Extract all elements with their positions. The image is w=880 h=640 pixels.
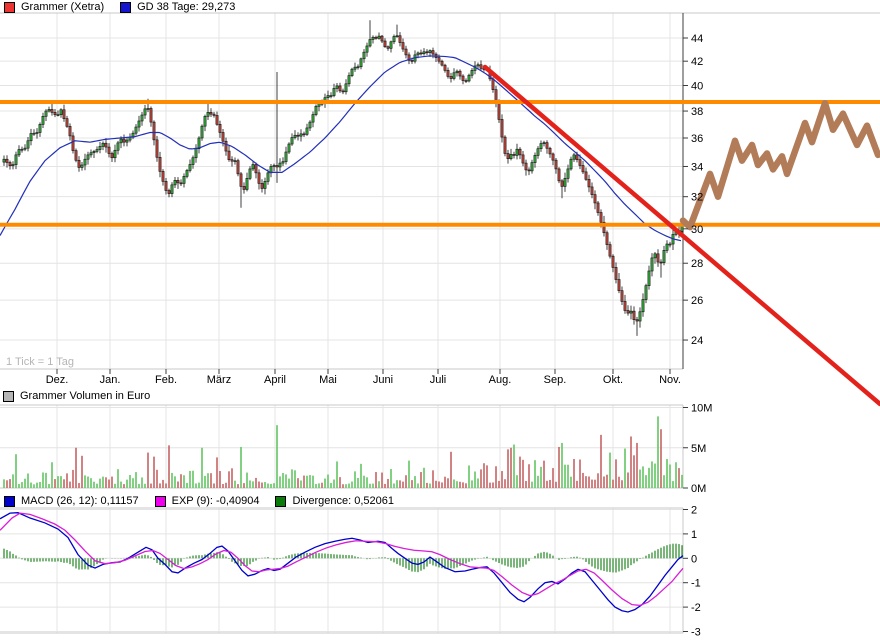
svg-text:34: 34 bbox=[691, 161, 703, 173]
volume-bars bbox=[3, 416, 683, 488]
svg-text:40: 40 bbox=[691, 80, 703, 92]
projection-line bbox=[683, 103, 878, 227]
svg-text:32: 32 bbox=[691, 192, 703, 204]
svg-text:Sep.: Sep. bbox=[544, 374, 567, 386]
exp-value-label: EXP (9): -0,40904 bbox=[172, 495, 260, 507]
svg-text:-2: -2 bbox=[691, 602, 701, 614]
svg-text:0: 0 bbox=[691, 553, 697, 565]
month-axis-labels: Dez. Jan. Feb. März April Mai Juni Juli Aug. Sep.… bbox=[46, 369, 681, 386]
macd-axis-labels: 2 1 0 -1 -2 -3 bbox=[683, 505, 701, 639]
svg-text:42: 42 bbox=[691, 56, 703, 68]
svg-text:2: 2 bbox=[691, 505, 697, 517]
volume-panel-legend: Grammer Volumen in Euro bbox=[3, 390, 150, 402]
macd-panel-legend: MACD (26, 12): 0,11157 EXP (9): -0,40904… bbox=[4, 495, 394, 507]
svg-text:Dez.: Dez. bbox=[46, 374, 69, 386]
price-axis-labels: 44 42 40 38 36 34 32 30 28 26 24 bbox=[683, 33, 703, 347]
svg-text:30: 30 bbox=[691, 224, 703, 236]
volume-series-swatch bbox=[3, 391, 14, 402]
svg-text:5M: 5M bbox=[691, 443, 706, 455]
svg-text:April: April bbox=[264, 374, 286, 386]
price-series-swatch bbox=[4, 2, 15, 13]
volume-axis-labels: 10M 5M 0M bbox=[683, 403, 712, 496]
svg-text:-1: -1 bbox=[691, 578, 701, 590]
svg-text:44: 44 bbox=[691, 33, 703, 45]
svg-text:38: 38 bbox=[691, 106, 703, 118]
svg-text:0M: 0M bbox=[691, 483, 706, 495]
divergence-series-swatch bbox=[275, 496, 286, 507]
chart-canvas: 44 42 40 38 36 34 32 30 28 26 24 10M 5M 0M 2 1 0 -1 -2 -3 De… bbox=[0, 0, 880, 640]
svg-text:26: 26 bbox=[691, 295, 703, 307]
svg-text:Jan.: Jan. bbox=[100, 374, 121, 386]
svg-text:1: 1 bbox=[691, 529, 697, 541]
macd-series-swatch bbox=[4, 496, 15, 507]
macd-value-label: MACD (26, 12): 0,11157 bbox=[21, 495, 139, 507]
svg-text:10M: 10M bbox=[691, 403, 712, 415]
svg-text:März: März bbox=[207, 374, 231, 386]
svg-text:1 Tick = 1 Tag: 1 Tick = 1 Tag bbox=[6, 356, 74, 368]
svg-text:28: 28 bbox=[691, 258, 703, 270]
ma-series-label: GD 38 Tage: 29,273 bbox=[137, 1, 235, 13]
ma-series-swatch bbox=[120, 2, 131, 13]
volume-panel-title: Grammer Volumen in Euro bbox=[20, 390, 150, 402]
candlesticks bbox=[3, 20, 683, 336]
svg-text:Mai: Mai bbox=[319, 374, 337, 386]
main-chart-legend: Grammer (Xetra) GD 38 Tage: 29,273 bbox=[4, 1, 235, 13]
svg-text:Nov.: Nov. bbox=[659, 374, 681, 386]
svg-text:Juli: Juli bbox=[430, 374, 447, 386]
svg-text:24: 24 bbox=[691, 335, 703, 347]
svg-text:Feb.: Feb. bbox=[155, 374, 177, 386]
tick-note: 1 Tick = 1 Tag bbox=[6, 356, 74, 368]
svg-text:36: 36 bbox=[691, 133, 703, 145]
svg-text:-3: -3 bbox=[691, 627, 701, 639]
exp-series-swatch bbox=[155, 496, 166, 507]
svg-text:Juni: Juni bbox=[373, 374, 393, 386]
support-resistance-lines bbox=[0, 102, 880, 225]
svg-text:Aug.: Aug. bbox=[489, 374, 512, 386]
stock-chart-root: 44 42 40 38 36 34 32 30 28 26 24 10M 5M 0M 2 1 0 -1 -2 -3 De… bbox=[0, 0, 880, 640]
price-series-label: Grammer (Xetra) bbox=[21, 1, 104, 13]
divergence-value-label: Divergence: 0,52061 bbox=[292, 495, 394, 507]
panel-borders bbox=[0, 13, 880, 633]
svg-text:Okt.: Okt. bbox=[603, 374, 623, 386]
